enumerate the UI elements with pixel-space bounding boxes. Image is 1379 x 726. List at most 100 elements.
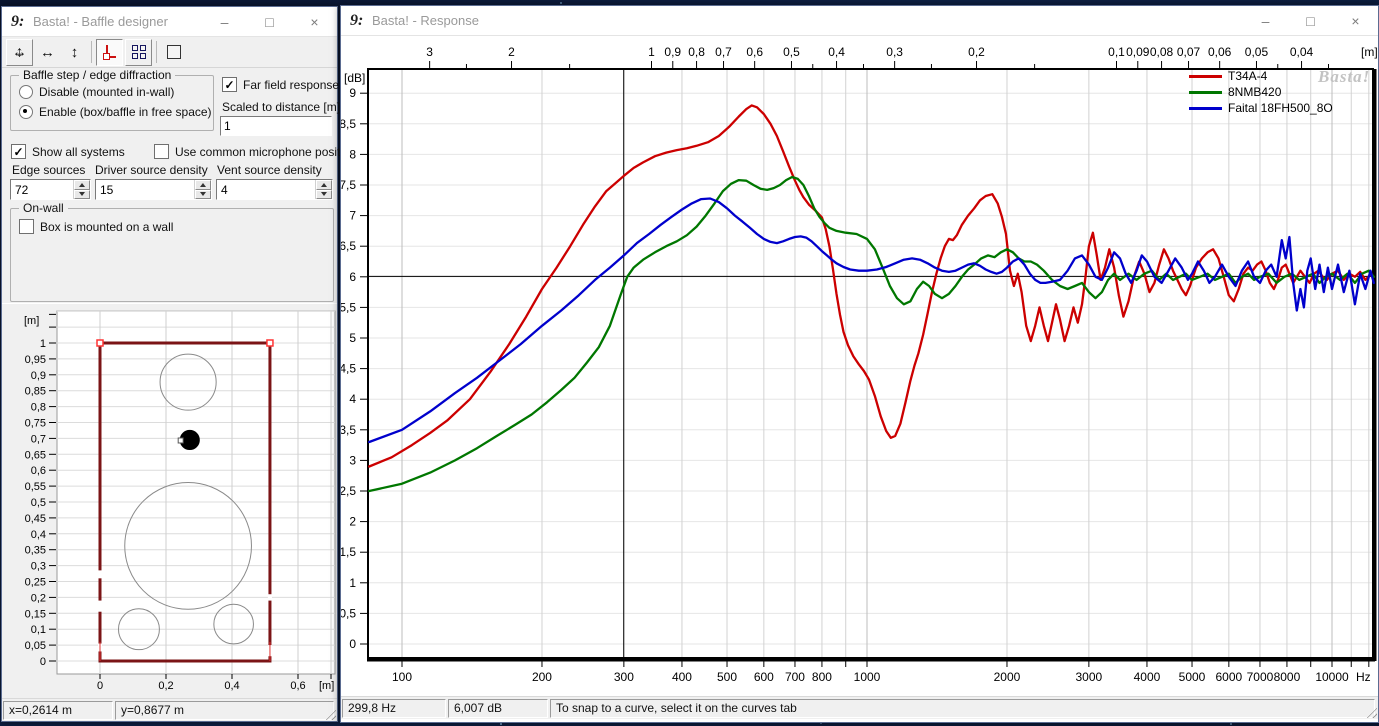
curve-T34A-4[interactable] bbox=[369, 105, 1374, 466]
group-title: On-wall bbox=[19, 201, 68, 215]
spin-up-icon[interactable] bbox=[195, 180, 211, 190]
close-button[interactable]: × bbox=[292, 7, 337, 36]
grid-view-button[interactable] bbox=[125, 39, 152, 66]
horizontal-resize-button[interactable]: ↔ bbox=[35, 40, 60, 65]
legend-line-green bbox=[1189, 91, 1222, 94]
top-tick-label: 0,2 bbox=[968, 45, 985, 59]
vent-density-spinner[interactable]: 4 bbox=[216, 179, 333, 200]
spin-down-icon[interactable] bbox=[74, 190, 90, 200]
y-tick-label: 5 bbox=[349, 331, 356, 345]
box-outline-button[interactable] bbox=[161, 40, 186, 65]
top-tick-label: 0,8 bbox=[688, 45, 705, 59]
y-tick-label: 0,4 bbox=[31, 529, 46, 541]
radio-enable-freespace[interactable] bbox=[19, 105, 33, 119]
baffle-x-unit: [m] bbox=[319, 680, 334, 692]
move-tool-button[interactable]: ↔↕ bbox=[6, 39, 33, 66]
y-tick-label: 0 bbox=[40, 656, 46, 668]
y-tick-label: 0,3 bbox=[31, 561, 46, 573]
edge-gap bbox=[98, 570, 102, 578]
driver-density-spinner[interactable]: 15 bbox=[95, 179, 212, 200]
response-statusbar: 299,8 Hz 6,007 dB To snap to a curve, se… bbox=[341, 696, 1378, 719]
top-tick-label: 0,07 bbox=[1177, 45, 1201, 59]
radio-label: Enable (box/baffle in free space) bbox=[39, 105, 212, 119]
on-wall-checkbox[interactable] bbox=[19, 219, 34, 234]
y-tick-label: 0,2 bbox=[31, 592, 46, 604]
chart-legend: T34A-4 8NMB420 Faital 18FH500_8O bbox=[1189, 68, 1333, 116]
legend-item: 8NMB420 bbox=[1189, 84, 1333, 100]
desktop-speckle bbox=[500, 723, 502, 725]
y-tick-label: 9 bbox=[349, 86, 356, 100]
horizontal-arrow-icon: ↔ bbox=[40, 45, 55, 60]
response-titlebar[interactable]: 9: Basta! - Response – □ × bbox=[341, 6, 1378, 36]
vertical-resize-button[interactable]: ↕ bbox=[62, 40, 87, 65]
x-tick-label: 200 bbox=[532, 670, 552, 684]
grid-icon bbox=[132, 45, 146, 59]
curve-8NMB420[interactable] bbox=[369, 177, 1374, 491]
baffle-designer-titlebar[interactable]: 9: Basta! - Baffle designer – □ × bbox=[2, 7, 337, 37]
curve-Faital 18FH500_8O[interactable] bbox=[369, 199, 1374, 443]
top-tick-label: 0,6 bbox=[746, 45, 763, 59]
show-all-systems-checkbox[interactable]: ✓ bbox=[11, 144, 26, 159]
y-tick-label: 5,5 bbox=[341, 300, 356, 314]
y-tick-label: 0,05 bbox=[25, 640, 46, 652]
edge-sources-label: Edge sources bbox=[12, 163, 85, 177]
show-all-systems-label: Show all systems bbox=[32, 145, 125, 159]
x-tick-label: 0,4 bbox=[224, 680, 239, 692]
far-field-checkbox[interactable]: ✓ bbox=[222, 77, 237, 92]
edge-sources-spinner[interactable]: 72 bbox=[10, 179, 91, 200]
y-tick-label: 4 bbox=[349, 392, 356, 406]
vent-density-value: 4 bbox=[217, 180, 315, 199]
cursor-x-field: x=0,2614 m bbox=[3, 701, 113, 720]
top-tick-label: 0,04 bbox=[1290, 45, 1314, 59]
y-tick-label: 0 bbox=[349, 637, 356, 651]
window-title: Basta! - Baffle designer bbox=[33, 14, 202, 29]
corner-handle[interactable] bbox=[97, 340, 103, 346]
y-tick-label: 0,35 bbox=[25, 545, 46, 557]
y-tick-label: 0,8 bbox=[31, 402, 46, 414]
edge-diffraction-button[interactable] bbox=[96, 39, 123, 66]
top-tick-label: 0,4 bbox=[828, 45, 845, 59]
x-tick-label: 6000 bbox=[1215, 670, 1242, 684]
window-title: Basta! - Response bbox=[372, 13, 1243, 28]
legend-label: T34A-4 bbox=[1228, 69, 1267, 83]
spin-up-icon[interactable] bbox=[74, 180, 90, 190]
response-chart-area[interactable]: [dB]98,587,576,565,554,543,532,521,510,5… bbox=[341, 36, 1378, 696]
y-tick-label: 1 bbox=[40, 338, 46, 350]
corner-handle[interactable] bbox=[267, 340, 273, 346]
top-tick-label: 1 bbox=[648, 45, 655, 59]
x-tick-label: 0,6 bbox=[290, 680, 305, 692]
cursor-y-field: y=0,8677 m bbox=[115, 701, 334, 720]
minimize-button[interactable]: – bbox=[202, 7, 247, 36]
common-mic-checkbox[interactable] bbox=[154, 144, 169, 159]
top-tick-label: 0,9 bbox=[664, 45, 681, 59]
driver-density-value: 15 bbox=[96, 180, 194, 199]
spin-down-icon[interactable] bbox=[195, 190, 211, 200]
basta-app-icon: 9: bbox=[350, 12, 372, 30]
top-axis-unit: [m] bbox=[1361, 45, 1378, 59]
spin-down-icon[interactable] bbox=[316, 190, 332, 200]
response-chart[interactable]: [dB]98,587,576,565,554,543,532,521,510,5… bbox=[341, 36, 1378, 696]
maximize-button[interactable]: □ bbox=[247, 7, 292, 36]
top-tick-label: 0,3 bbox=[886, 45, 903, 59]
on-wall-label: Box is mounted on a wall bbox=[40, 220, 173, 234]
maximize-button[interactable]: □ bbox=[1288, 6, 1333, 35]
radio-disable-inwall[interactable] bbox=[19, 85, 33, 99]
y-tick-label: 4,5 bbox=[341, 362, 356, 376]
x-tick-label: 700 bbox=[785, 670, 805, 684]
baffle-view-panel[interactable]: [m]10,950,90,850,80,750,70,650,60,550,50… bbox=[2, 310, 337, 698]
top-tick-label: 2 bbox=[508, 45, 515, 59]
close-button[interactable]: × bbox=[1333, 6, 1378, 35]
y-tick-label: 2,5 bbox=[341, 484, 356, 498]
y-tick-label: 0,5 bbox=[31, 497, 46, 509]
baffle-drawing[interactable]: [m]10,950,90,850,80,750,70,650,60,550,50… bbox=[2, 310, 336, 698]
baffle-designer-window: 9: Basta! - Baffle designer – □ × ↔↕ ↔ ↕ bbox=[1, 6, 338, 722]
spin-up-icon[interactable] bbox=[316, 180, 332, 190]
minimize-button[interactable]: – bbox=[1243, 6, 1288, 35]
y-tick-label: 0,25 bbox=[25, 577, 46, 589]
x-tick-label: 5000 bbox=[1179, 670, 1206, 684]
y-tick-label: 7,5 bbox=[341, 178, 356, 192]
top-tick-label: 0,08 bbox=[1150, 45, 1174, 59]
scaled-distance-input[interactable] bbox=[220, 116, 332, 136]
legend-label: 8NMB420 bbox=[1228, 85, 1281, 99]
y-tick-label: 0,45 bbox=[25, 513, 46, 525]
